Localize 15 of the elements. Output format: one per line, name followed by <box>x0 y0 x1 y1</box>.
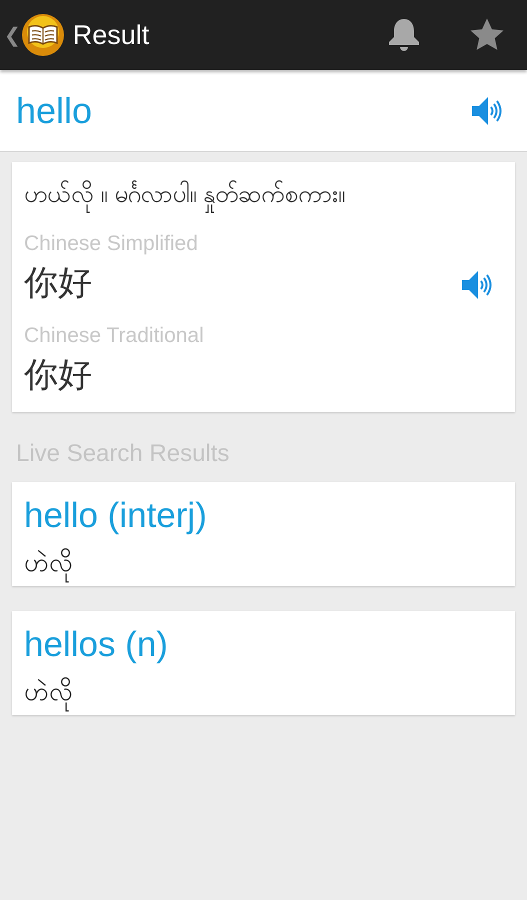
burmese-meaning: ဟယ်လို ။ မင်္ဂလာပါ။ နှုတ်ဆက်စကား။ <box>24 178 503 214</box>
screen-title: Result <box>72 20 150 50</box>
book-icon <box>20 13 65 57</box>
translation-text: 你好 <box>24 355 92 396</box>
result-term: hellos (n) <box>24 625 169 665</box>
translation-text: 你好 <box>24 263 92 304</box>
bell-icon[interactable] <box>387 16 421 54</box>
result-term: hello (interj) <box>24 496 208 536</box>
result-card[interactable]: hello (interj) ဟဲလို <box>12 482 515 586</box>
star-icon[interactable] <box>469 17 505 53</box>
query-word: hello <box>16 90 92 132</box>
result-card[interactable]: hellos (n) ဟဲလို <box>12 611 515 715</box>
result-meaning: ဟဲလို <box>24 675 503 712</box>
back-button[interactable]: ❮ <box>4 22 21 48</box>
result-meaning: ဟဲလို <box>24 546 503 583</box>
